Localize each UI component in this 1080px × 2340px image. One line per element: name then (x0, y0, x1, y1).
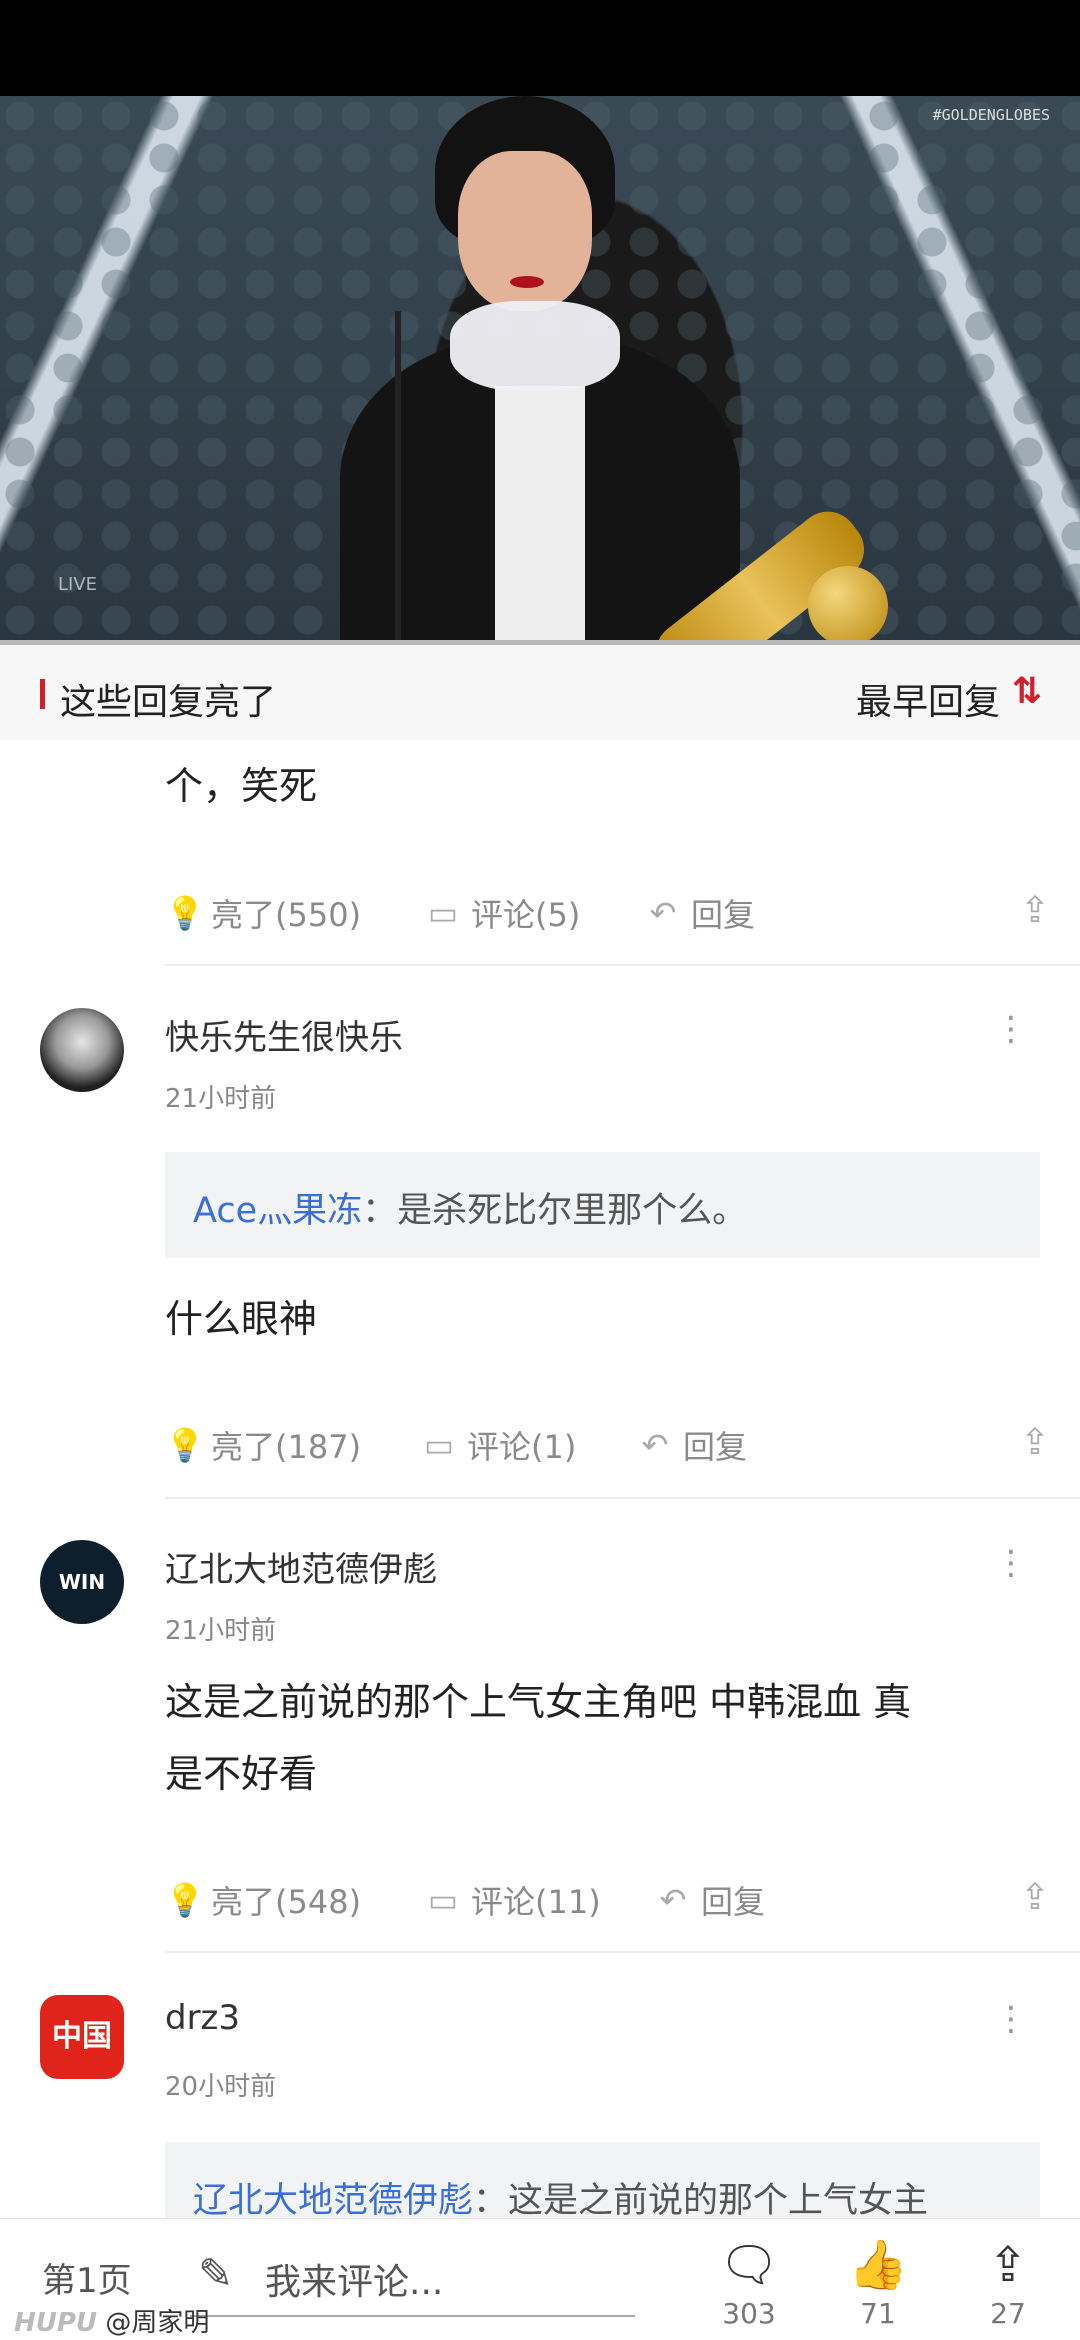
comment-count: 303 (722, 2297, 776, 2330)
divider (165, 1951, 1080, 1953)
comment-text-line-2: 是不好看 (165, 1752, 318, 1796)
more-vertical-icon[interactable]: ⋮ (994, 1546, 1028, 1580)
comment-bubble-icon: 🗨 (718, 2237, 780, 2293)
username[interactable]: 快乐先生很快乐 (165, 1010, 403, 1059)
quoted-reply: 辽北大地范德伊彪：这是之前说的那个上气女主 (165, 2142, 1040, 2218)
avatar[interactable] (40, 1008, 124, 1092)
timestamp: 21小时前 (165, 1616, 277, 1646)
section-accent-bar (40, 679, 45, 709)
username[interactable]: drz3 (165, 1998, 240, 2038)
username[interactable]: 辽北大地范德伊彪 (165, 1542, 437, 1591)
watermark: HUPU @周家明 (14, 2302, 209, 2339)
reply-arrow-icon: ↶ (641, 1426, 669, 1464)
share-icon[interactable]: ⇪ (1020, 1422, 1050, 1463)
watermark-author: @周家明 (105, 2308, 210, 2338)
like-button[interactable]: 💡 亮了(550) (165, 890, 361, 936)
video-frame-person (330, 96, 750, 645)
comment-bubble-icon: ▭ (423, 1426, 455, 1464)
comment-button[interactable]: ▭ 评论(5) (425, 890, 580, 936)
like-button[interactable]: 💡 亮了(187) (165, 1422, 361, 1468)
comment-text-line-1: 这是之前说的那个上气女主角吧 中韩混血 真 (165, 1680, 912, 1724)
comment-actions: 💡 亮了(548) ▭ 评论(11) ↶ 回复 ⇪ (165, 1877, 1080, 1937)
quoted-username[interactable]: Ace灬果冻 (193, 1191, 362, 1231)
divider (165, 964, 1080, 966)
avatar[interactable]: 中国 (40, 1995, 124, 2079)
avatar[interactable]: WIN (40, 1540, 124, 1624)
trophy-globe (808, 566, 888, 645)
live-badge: LIVE (58, 574, 98, 595)
share-post-button[interactable]: ⇪ 27 (963, 2237, 1053, 2330)
video-player[interactable]: #GOLDENGLOBES LIVE (0, 96, 1080, 645)
comment-bubble-icon: ▭ (427, 894, 459, 932)
microphone (395, 311, 401, 645)
more-vertical-icon[interactable]: ⋮ (994, 1012, 1028, 1046)
reply-arrow-icon: ↶ (659, 1881, 687, 1919)
status-bar (0, 0, 1080, 96)
comment-text: 个，笑死 (165, 764, 318, 808)
pen-icon: ✎ (198, 2249, 234, 2298)
like-post-button[interactable]: 👍 71 (833, 2237, 923, 2330)
like-count: 71 (860, 2297, 896, 2330)
timestamp: 21小时前 (165, 1084, 277, 1114)
sort-button[interactable]: 最早回复 (856, 673, 1000, 725)
share-icon[interactable]: ⇪ (1020, 1877, 1050, 1918)
quoted-reply: Ace灬果冻：是杀死比尔里那个么。 (165, 1152, 1040, 1258)
like-bulb-icon: 💡 (165, 1426, 205, 1464)
section-title: 这些回复亮了 (60, 682, 277, 723)
comment-actions: 💡 亮了(187) ▭ 评论(1) ↶ 回复 ⇪ (165, 1422, 1080, 1482)
reply-button[interactable]: ↶ 回复 (655, 1877, 765, 1923)
comment-button[interactable]: ▭ 评论(1) (421, 1422, 576, 1468)
thumbs-up-icon: 👍 (848, 2237, 908, 2293)
page-indicator[interactable]: 第1页 (42, 2253, 132, 2302)
like-bulb-icon: 💡 (165, 1881, 205, 1919)
comment-text: 什么眼神 (165, 1297, 318, 1341)
reply-arrow-icon: ↶ (649, 894, 677, 932)
reply-button[interactable]: ↶ 回复 (645, 890, 755, 936)
quoted-text: ：这是之前说的那个上气女主 (473, 2181, 929, 2218)
like-bulb-icon: 💡 (165, 894, 205, 932)
reply-button[interactable]: ↶ 回复 (637, 1422, 747, 1468)
comments-button[interactable]: 🗨 303 (704, 2237, 794, 2330)
comment-actions: 💡 亮了(550) ▭ 评论(5) ↶ 回复 ⇪ (165, 890, 1080, 950)
comment-input[interactable]: 我来评论... (265, 2253, 443, 2305)
sort-icon[interactable]: ⇅ (1012, 671, 1042, 712)
quoted-username[interactable]: 辽北大地范德伊彪 (193, 2181, 473, 2218)
share-icon: ⇪ (987, 2237, 1029, 2293)
divider (165, 1497, 1080, 1499)
more-vertical-icon[interactable]: ⋮ (994, 2002, 1028, 2036)
comment-bubble-icon: ▭ (427, 1881, 459, 1919)
share-count: 27 (990, 2297, 1026, 2330)
comment-input-underline (190, 2315, 635, 2317)
quoted-text: ：是杀死比尔里那个么。 (362, 1191, 748, 1231)
timestamp: 20小时前 (165, 2072, 277, 2102)
share-icon[interactable]: ⇪ (1020, 890, 1050, 931)
comment-button[interactable]: ▭ 评论(11) (425, 1877, 601, 1923)
watermark-brand: HUPU (14, 2308, 98, 2338)
section-header: 这些回复亮了 最早回复 ⇅ (0, 645, 1080, 740)
like-button[interactable]: 💡 亮了(548) (165, 1877, 361, 1923)
video-hashtag: #GOLDENGLOBES (932, 106, 1050, 124)
